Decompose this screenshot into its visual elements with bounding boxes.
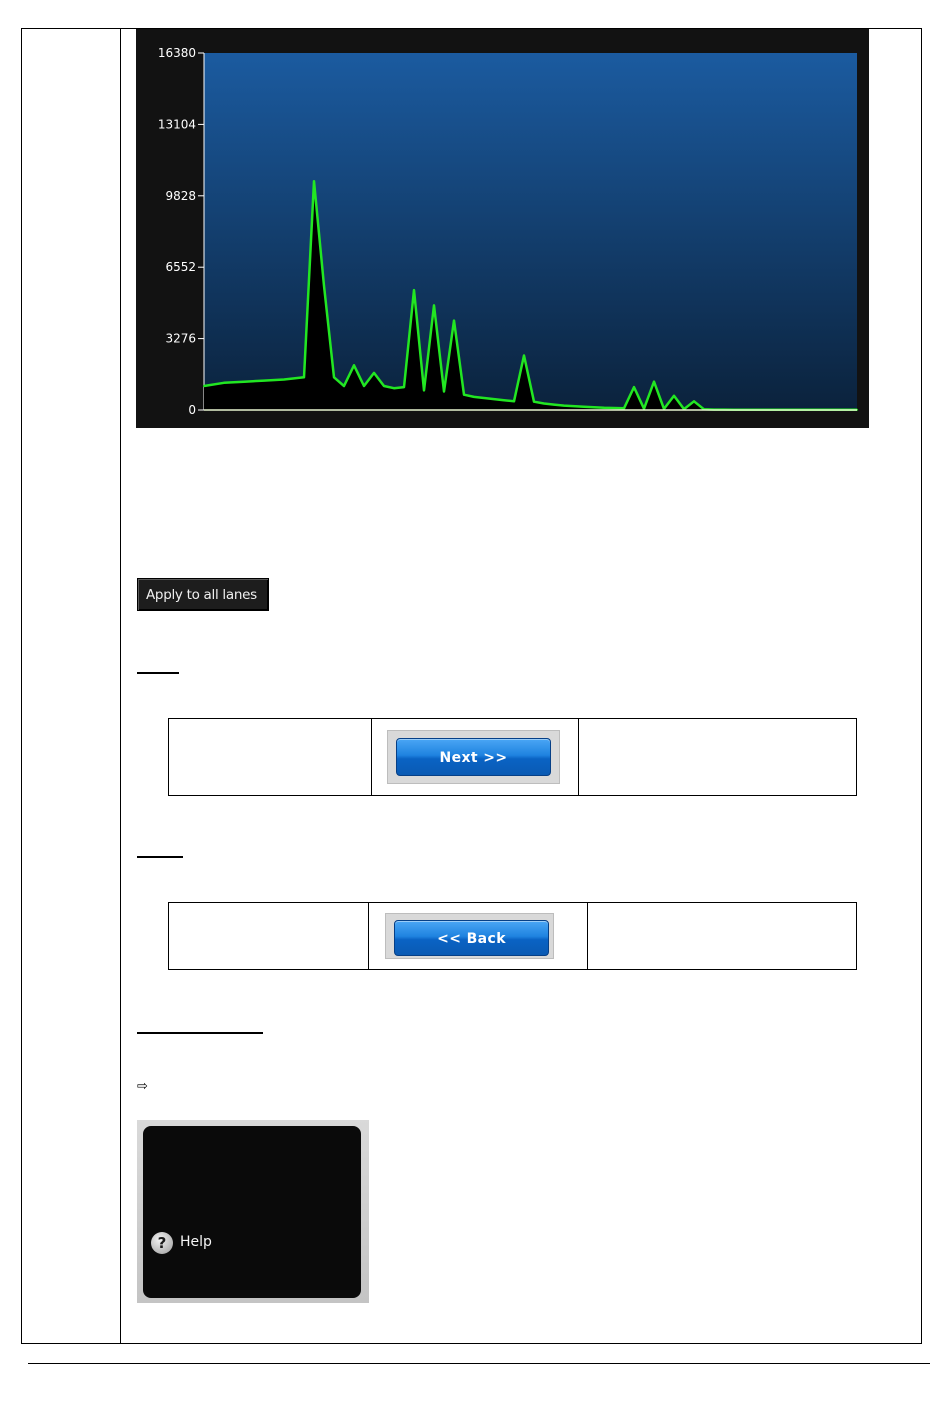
heading-underline-1: [137, 672, 179, 674]
heading-underline-2: [137, 856, 183, 858]
trace-point: [513, 400, 515, 403]
trace-point: [533, 400, 535, 403]
trace-point: [353, 364, 355, 367]
trace-point: [223, 381, 225, 384]
trace-point: [523, 354, 525, 357]
trace-point: [243, 380, 245, 383]
plot-area: [204, 53, 857, 410]
trace-point: [493, 398, 495, 401]
help-question-icon[interactable]: ?: [151, 1232, 173, 1254]
next-button[interactable]: Next >>: [396, 738, 551, 776]
y-tick-label: 16380: [158, 46, 196, 60]
trace-point: [323, 284, 325, 287]
back-table-cell-right: [587, 902, 857, 970]
help-panel-inner: ? Help: [143, 1126, 361, 1298]
trace-point: [283, 378, 285, 381]
y-tick-label: 9828: [165, 189, 196, 203]
trace-point: [563, 404, 565, 407]
y-tick-label: 0: [188, 403, 196, 417]
trace-point: [483, 397, 485, 399]
trace-point: [403, 386, 405, 389]
trace-point: [383, 385, 385, 387]
trace-point: [263, 379, 265, 382]
trace-point: [583, 405, 585, 408]
footer-rule: [28, 1363, 930, 1364]
trace-point: [553, 403, 555, 406]
trace-point: [693, 400, 695, 403]
help-panel: ? Help: [137, 1120, 369, 1303]
trace-point: [453, 319, 455, 322]
back-button-label: << Back: [437, 931, 506, 947]
trace-point: [303, 376, 305, 379]
trace-point: [423, 389, 425, 392]
heading-underline-3: [137, 1032, 263, 1034]
trace-point: [653, 380, 655, 383]
trace-point: [373, 371, 375, 374]
trace-point: [543, 402, 545, 405]
trace-point: [203, 385, 205, 387]
right-arrow-icon: ⇨: [137, 1079, 148, 1094]
electropherogram-plot: 0 3276 6552 9828 13104 16380: [136, 29, 869, 428]
apply-to-all-lanes-button[interactable]: Apply to all lanes: [137, 578, 269, 611]
help-icon-glyph: ?: [157, 1234, 167, 1252]
trace-point: [463, 393, 465, 396]
trace-point: [363, 385, 365, 387]
next-table-cell-left: [168, 718, 372, 796]
column-divider: [120, 28, 121, 1344]
back-button[interactable]: << Back: [394, 920, 549, 956]
trace-point: [413, 289, 415, 292]
trace-point: [603, 406, 605, 409]
trace-point: [633, 386, 635, 389]
trace-point: [673, 394, 675, 397]
back-table-cell-left: [168, 902, 369, 970]
help-label[interactable]: Help: [180, 1234, 212, 1250]
y-tick-label: 13104: [158, 117, 196, 131]
trace-point: [313, 180, 315, 183]
trace-point: [333, 376, 335, 379]
trace-point: [343, 385, 345, 387]
apply-button-label: Apply to all lanes: [146, 587, 257, 603]
trace-point: [473, 395, 475, 398]
next-table-cell-right: [578, 718, 857, 796]
electropherogram-svg: 0 3276 6552 9828 13104 16380: [158, 46, 858, 417]
trace-point: [623, 407, 625, 410]
next-button-label: Next >>: [439, 750, 508, 766]
trace-point: [433, 304, 435, 307]
trace-point: [443, 390, 445, 393]
y-tick-label: 3276: [165, 332, 196, 346]
trace-point: [503, 399, 505, 402]
trace-point: [393, 387, 395, 390]
y-tick-label: 6552: [165, 260, 196, 274]
